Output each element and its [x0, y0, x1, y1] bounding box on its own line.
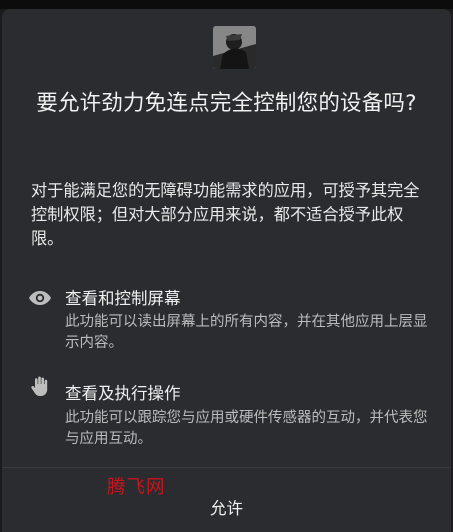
watermark: 腾飞网	[107, 477, 166, 498]
permission-description: 此功能可以跟踪您与应用或硬件传感器的互动，并代表您与应用互动。	[65, 410, 428, 447]
divider	[2, 467, 451, 468]
screen: 要允许劲力免连点完全控制您的设备吗? 对于能满足您的无障碍功能需求的应用，可授予…	[0, 0, 453, 532]
allow-button[interactable]: 允许	[2, 485, 451, 529]
permission-title: 查看和控制屏幕	[65, 289, 181, 308]
permission-description: 此功能可以读出屏幕上的所有内容，并在其他应用上层显示内容。	[65, 314, 428, 351]
app-icon	[213, 26, 256, 69]
hand-icon	[28, 374, 52, 398]
status-bar-area	[0, 0, 453, 9]
eye-icon	[28, 286, 52, 310]
dialog-description: 对于能满足您的无障碍功能需求的应用，可授予其完全控制权限；但对大部分应用来说，都…	[31, 181, 420, 248]
dialog-title: 要允许劲力免连点完全控制您的设备吗?	[36, 91, 417, 116]
accessibility-permission-dialog: 要允许劲力免连点完全控制您的设备吗? 对于能满足您的无障碍功能需求的应用，可授予…	[2, 9, 451, 532]
permission-title: 查看及执行操作	[65, 384, 181, 403]
